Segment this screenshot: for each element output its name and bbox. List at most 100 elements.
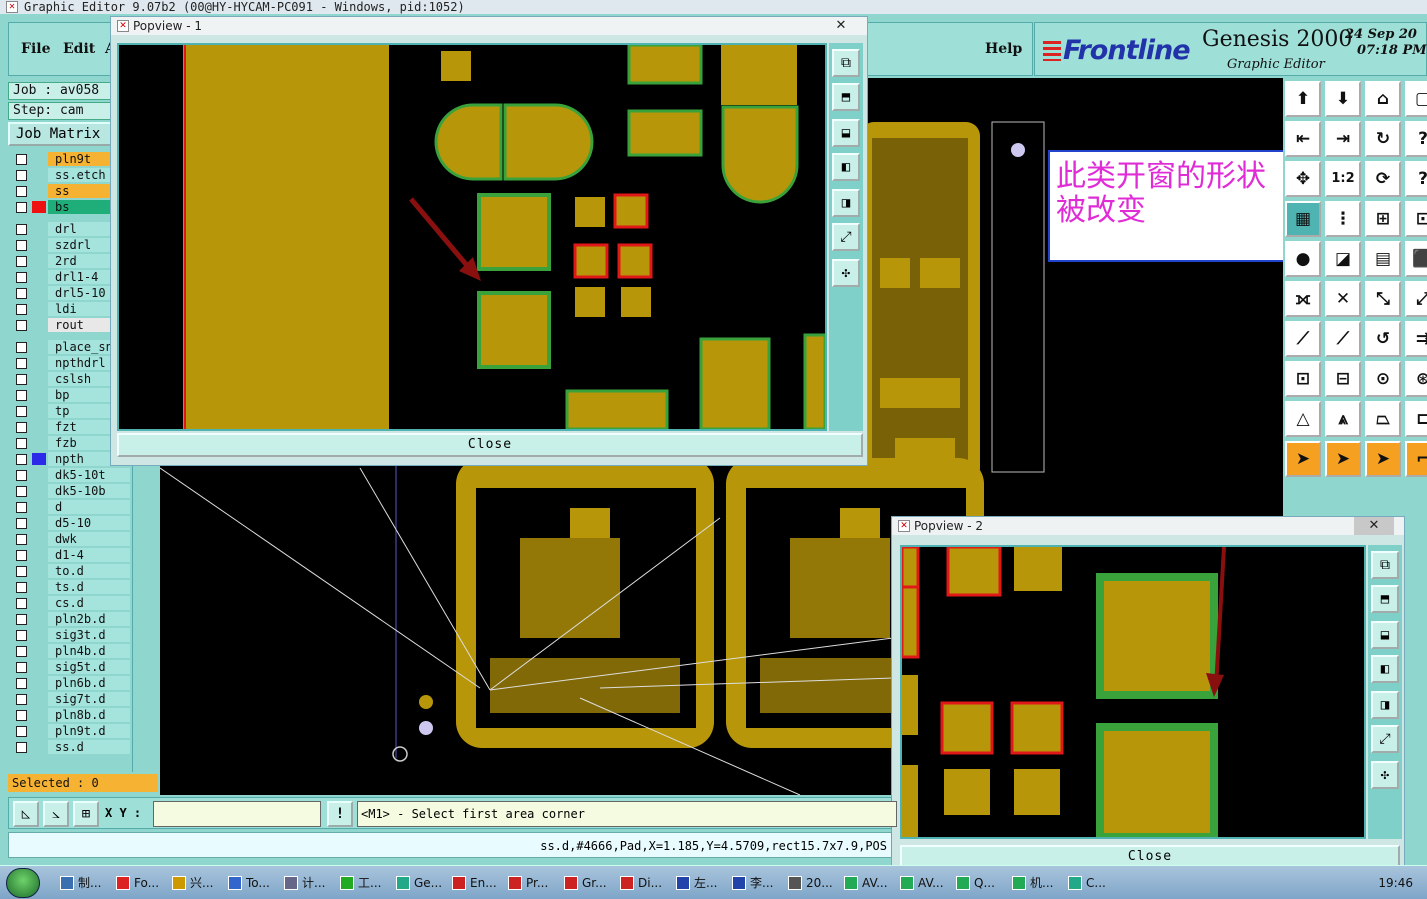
taskbar-item[interactable]: 机...: [1010, 870, 1062, 896]
popview-2-pan-down-button[interactable]: ⬓: [1371, 621, 1399, 649]
job-matrix-button[interactable]: Job Matrix: [8, 122, 112, 146]
layer-checkbox[interactable]: [16, 240, 27, 251]
popview-2-pan-left-button[interactable]: ◧: [1371, 655, 1399, 683]
layer-checkbox[interactable]: [16, 358, 27, 369]
layer-checkbox[interactable]: [16, 646, 27, 657]
popview-1-pan-right-button[interactable]: ◨: [832, 189, 860, 217]
grid-tool-icon[interactable]: ▦: [1285, 201, 1321, 237]
layer-row[interactable]: sig3t.d: [8, 628, 130, 642]
layer-row[interactable]: d5-10: [8, 516, 130, 530]
taskbar-item[interactable]: 20...: [786, 870, 838, 896]
taskbar-item[interactable]: Ge...: [394, 870, 446, 896]
arrowhead-tool-icon[interactable]: ⩓: [1325, 401, 1361, 437]
house-tool-icon[interactable]: ⌂: [1365, 81, 1401, 117]
popview-1-pan-up-button[interactable]: ⬒: [832, 83, 860, 111]
select-pointer-tool-icon[interactable]: ➤: [1285, 441, 1321, 477]
popview-2-view[interactable]: [900, 545, 1366, 839]
snap-tool-icon[interactable]: ⊡: [1285, 361, 1321, 397]
layer-row[interactable]: d: [8, 500, 130, 514]
layer-checkbox[interactable]: [16, 256, 27, 267]
frame-tool-icon[interactable]: ▢: [1405, 81, 1427, 117]
popview-1-zoom-home-button[interactable]: ⧉: [832, 49, 860, 77]
layer-checkbox[interactable]: [16, 422, 27, 433]
grid-tool-icon[interactable]: ⊞: [73, 801, 99, 827]
taskbar-item[interactable]: AV...: [842, 870, 894, 896]
cross-tool-icon[interactable]: ✕: [1325, 281, 1361, 317]
taskbar-item[interactable]: 计...: [282, 870, 334, 896]
layers-tool-icon[interactable]: ⊞: [1365, 201, 1401, 237]
popview-2-pan-up-button[interactable]: ⬒: [1371, 585, 1399, 613]
layer-checkbox[interactable]: [16, 582, 27, 593]
arc-tool-icon[interactable]: ⤡: [1365, 281, 1401, 317]
layer-checkbox[interactable]: [16, 726, 27, 737]
taskbar-item[interactable]: C...: [1066, 870, 1118, 896]
slope-tool-icon[interactable]: ⟋: [1285, 321, 1321, 357]
help2-tool-icon[interactable]: ?: [1405, 161, 1427, 197]
popview-2-pan-right-button[interactable]: ◨: [1371, 691, 1399, 719]
ruler-tool-icon[interactable]: ▤: [1365, 241, 1401, 277]
layer-row[interactable]: d1-4: [8, 548, 130, 562]
star-tool-icon[interactable]: ⊛: [1405, 361, 1427, 397]
taskbar-item[interactable]: 兴...: [170, 870, 222, 896]
taskbar-item[interactable]: Pr...: [506, 870, 558, 896]
select-area-tool-icon[interactable]: ➤: [1325, 441, 1361, 477]
taskbar-item[interactable]: Gr...: [562, 870, 614, 896]
taskbar-item[interactable]: Fo...: [114, 870, 166, 896]
layer-checkbox[interactable]: [16, 614, 27, 625]
view-tool-icon[interactable]: ⊡: [1405, 201, 1427, 237]
layer-checkbox[interactable]: [16, 502, 27, 513]
layer-row[interactable]: pln6b.d: [8, 676, 130, 690]
layer-checkbox[interactable]: [16, 272, 27, 283]
rotate-tool-icon[interactable]: ↻: [1365, 121, 1401, 157]
right-tool-icon[interactable]: ⇥: [1325, 121, 1361, 157]
bridge-tool-icon[interactable]: ⇉: [1405, 321, 1427, 357]
measure-tool-icon[interactable]: ◺: [13, 801, 39, 827]
layer-checkbox[interactable]: [16, 438, 27, 449]
layer-checkbox[interactable]: [16, 154, 27, 165]
bracket-tool-icon[interactable]: ⊏: [1405, 401, 1427, 437]
layer-checkbox[interactable]: [16, 320, 27, 331]
refresh-tool-icon[interactable]: ⟳: [1365, 161, 1401, 197]
taskbar-item[interactable]: 制...: [58, 870, 110, 896]
xy-input[interactable]: [153, 801, 321, 827]
help-tool-icon[interactable]: ?: [1405, 121, 1427, 157]
corner-tool-icon[interactable]: ⌐: [1405, 441, 1427, 477]
popview-2-zoom-out-button[interactable]: ✣: [1371, 761, 1399, 789]
menu-help[interactable]: Help: [985, 41, 1022, 57]
popview-2-close-icon[interactable]: ✕: [1354, 517, 1394, 535]
layer-checkbox[interactable]: [16, 288, 27, 299]
trapezoid-tool-icon[interactable]: ⏢: [1365, 401, 1401, 437]
scale-tool-icon[interactable]: 1:2: [1325, 161, 1361, 197]
layer-checkbox[interactable]: [16, 454, 27, 465]
layer-checkbox[interactable]: [16, 678, 27, 689]
select-net-tool-icon[interactable]: ➤: [1365, 441, 1401, 477]
down-tool-icon[interactable]: ⬇: [1325, 81, 1361, 117]
popview-1-pan-down-button[interactable]: ⬓: [832, 119, 860, 147]
route-tool-icon[interactable]: ⋮: [1325, 201, 1361, 237]
taskbar-item[interactable]: 李...: [730, 870, 782, 896]
layer-checkbox[interactable]: [16, 534, 27, 545]
layer-row[interactable]: ss.d: [8, 740, 130, 754]
popview-1-close-icon[interactable]: ✕: [821, 17, 861, 35]
layer-checkbox[interactable]: [16, 304, 27, 315]
dot-tool-icon[interactable]: ●: [1285, 241, 1321, 277]
layer-checkbox[interactable]: [16, 662, 27, 673]
layer-row[interactable]: dk5-10t: [8, 468, 130, 482]
triangle-tool-icon[interactable]: △: [1285, 401, 1321, 437]
taskbar-item[interactable]: Q...: [954, 870, 1006, 896]
popview-1-view[interactable]: [117, 43, 827, 431]
layer-checkbox[interactable]: [16, 470, 27, 481]
layer-row[interactable]: ts.d: [8, 580, 130, 594]
layer-checkbox[interactable]: [16, 202, 27, 213]
layer-row[interactable]: pln9t.d: [8, 724, 130, 738]
move-tool-icon[interactable]: ✥: [1285, 161, 1321, 197]
popview-2-zoom-home-button[interactable]: ⧉: [1371, 551, 1399, 579]
layer-checkbox[interactable]: [16, 518, 27, 529]
home-tool-icon[interactable]: ⬆: [1285, 81, 1321, 117]
layer-checkbox[interactable]: [16, 224, 27, 235]
left-tool-icon[interactable]: ⇤: [1285, 121, 1321, 157]
layer-checkbox[interactable]: [16, 186, 27, 197]
layer-checkbox[interactable]: [16, 694, 27, 705]
stretch-tool-icon[interactable]: ⤢: [1405, 281, 1427, 317]
draw-tool-icon[interactable]: ⟋: [1325, 321, 1361, 357]
